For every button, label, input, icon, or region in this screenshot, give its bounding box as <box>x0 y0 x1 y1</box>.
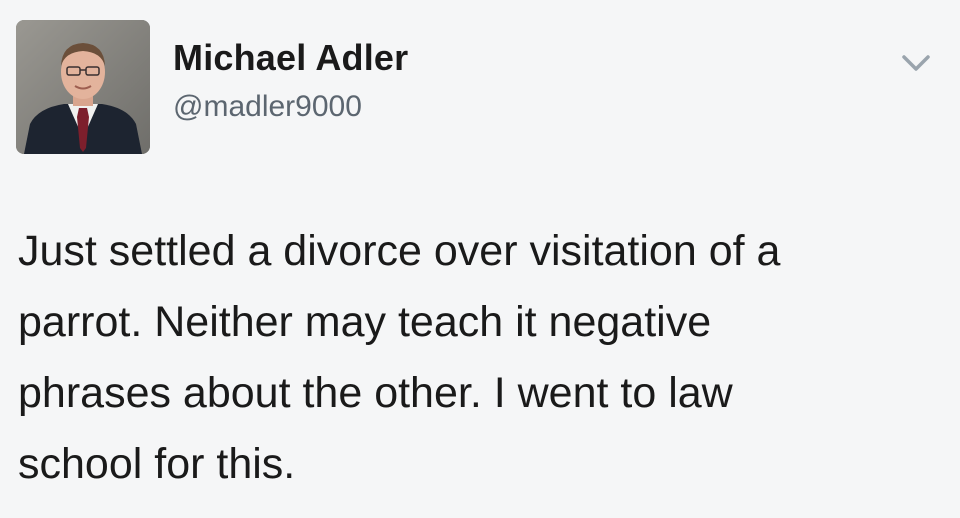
tweet-card: Michael Adler @madler9000 Just settled a… <box>0 0 960 518</box>
tweet-text-line: phrases about the other. I went to law <box>18 369 733 417</box>
author-handle[interactable]: @madler9000 <box>173 92 362 122</box>
avatar[interactable] <box>16 20 150 154</box>
tweet-text-line: Just settled a divorce over visitation o… <box>18 227 781 275</box>
author-display-name[interactable]: Michael Adler <box>173 40 408 76</box>
tweet-menu-button[interactable] <box>898 50 934 76</box>
chevron-down-icon <box>902 55 930 71</box>
tweet-text: Just settled a divorce over visitation o… <box>18 216 948 500</box>
tweet-text-line: parrot. Neither may teach it negative <box>18 298 712 346</box>
tweet-text-line: school for this. <box>18 440 296 488</box>
profile-photo-icon <box>16 20 150 154</box>
